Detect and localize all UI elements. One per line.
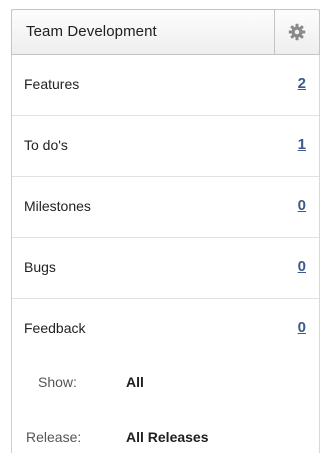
row-label: To do's (24, 137, 68, 153)
milestones-count-link[interactable]: 0 (298, 197, 306, 214)
row-label: Milestones (24, 198, 91, 214)
panel-header: Team Development (11, 9, 320, 55)
settings-button[interactable] (274, 10, 319, 54)
show-filter-label: Show: (38, 374, 77, 390)
todos-count-link[interactable]: 1 (298, 136, 306, 153)
row-label: Bugs (24, 259, 56, 275)
list-item-milestones: Milestones 0 (12, 177, 319, 238)
list-item-todos: To do's 1 (12, 116, 319, 177)
feedback-count-link[interactable]: 0 (298, 319, 306, 336)
panel-title: Team Development (26, 23, 157, 40)
features-count-link[interactable]: 2 (298, 75, 306, 92)
list-item-features: Features 2 (12, 55, 319, 116)
bugs-count-link[interactable]: 0 (298, 258, 306, 275)
release-filter: Release: All Releases (12, 429, 319, 449)
team-development-panel: Team Development Features 2 To do's 1 Mi… (11, 9, 320, 453)
row-label: Features (24, 76, 80, 92)
show-filter-value[interactable]: All (126, 374, 144, 390)
release-filter-label: Release: (26, 429, 82, 445)
list-item-bugs: Bugs 0 (12, 238, 319, 299)
list-item-feedback: Feedback 0 (12, 299, 319, 360)
release-filter-value[interactable]: All Releases (126, 429, 209, 445)
row-label: Feedback (24, 320, 86, 336)
show-filter: Show: All (12, 374, 319, 394)
gear-icon (288, 23, 306, 41)
